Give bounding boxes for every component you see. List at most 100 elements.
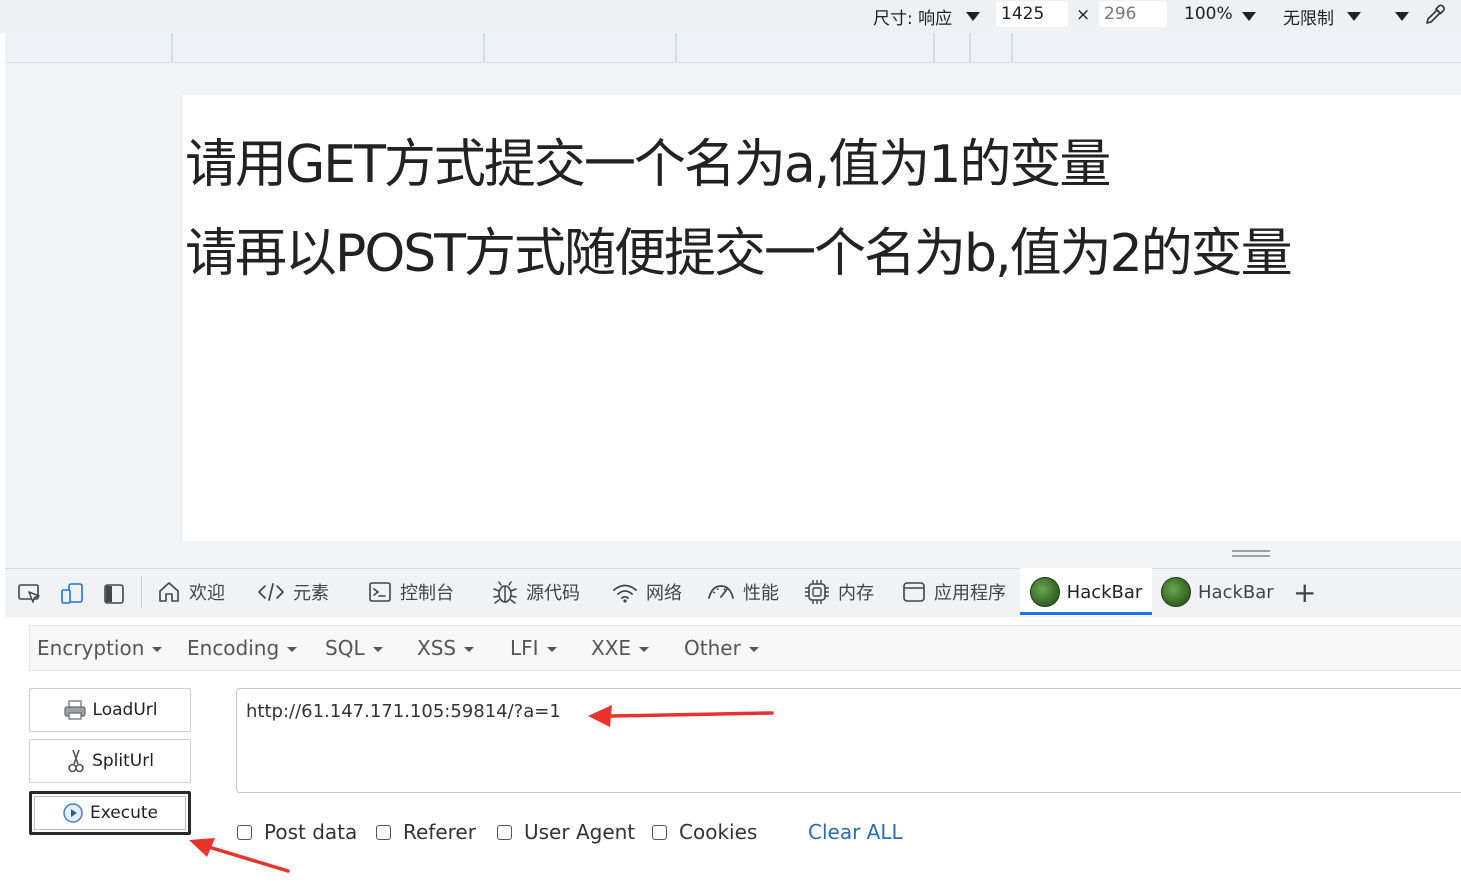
execute-button[interactable]: Execute xyxy=(29,791,191,835)
media-query-ruler xyxy=(5,33,1461,63)
instruction-line-2: 请再以POST方式随便提交一个名为b,值为2的变量 xyxy=(185,224,1293,284)
tab-label: HackBar xyxy=(1198,581,1274,603)
play-icon xyxy=(63,803,83,823)
button-label: LoadUrl xyxy=(92,700,158,720)
menu-xss[interactable]: XSS xyxy=(417,636,475,660)
printer-icon xyxy=(63,700,86,720)
button-label: SplitUrl xyxy=(92,751,154,771)
caret-down-icon xyxy=(639,647,650,652)
referer-checkbox[interactable] xyxy=(376,824,391,840)
tab-memory[interactable]: 内存 xyxy=(803,568,874,616)
option-label: Post data xyxy=(264,820,358,844)
inspect-element-icon[interactable] xyxy=(17,582,43,606)
console-icon xyxy=(369,582,391,602)
chip-icon xyxy=(805,580,829,604)
menu-other[interactable]: Other xyxy=(684,636,759,660)
ruler-divider xyxy=(969,33,971,62)
tab-sources[interactable]: 源代码 xyxy=(491,568,580,616)
tab-console[interactable]: 控制台 xyxy=(367,568,454,616)
cookies-checkbox[interactable] xyxy=(652,824,667,840)
caret-down-icon xyxy=(152,647,163,652)
device-emulation-icon[interactable] xyxy=(59,581,85,607)
tab-hackbar-active[interactable]: HackBar xyxy=(1020,568,1152,616)
tab-welcome[interactable]: 欢迎 xyxy=(156,568,225,616)
button-label: Execute xyxy=(90,803,158,823)
caret-down-icon xyxy=(287,647,298,652)
code-icon xyxy=(258,583,284,601)
more-options-icon[interactable] xyxy=(1395,12,1409,21)
height-input[interactable]: 296 xyxy=(1099,1,1167,27)
ruler-divider xyxy=(171,33,173,62)
zoom-dropdown-icon[interactable] xyxy=(1242,12,1256,21)
window-icon xyxy=(903,582,925,602)
menu-label: Encoding xyxy=(187,636,280,660)
gauge-icon xyxy=(708,585,734,599)
tab-elements[interactable]: 元素 xyxy=(256,568,329,616)
caret-down-icon xyxy=(464,647,475,652)
throttle-dropdown-icon[interactable] xyxy=(1347,12,1361,21)
menu-label: XSS xyxy=(417,636,457,660)
load-url-button[interactable]: LoadUrl xyxy=(29,688,191,732)
menu-label: Encryption xyxy=(37,636,145,660)
menu-encoding[interactable]: Encoding xyxy=(187,636,298,660)
url-value: http://61.147.171.105:59814/?a=1 xyxy=(246,701,561,722)
menu-xxe[interactable]: XXE xyxy=(591,636,650,660)
tab-label: 网络 xyxy=(646,583,682,604)
times-symbol: × xyxy=(1076,5,1091,25)
wifi-icon xyxy=(613,584,637,603)
caret-down-icon xyxy=(546,647,557,652)
dimensions-dropdown-icon[interactable] xyxy=(966,12,980,21)
caret-down-icon xyxy=(748,647,759,652)
throttle-select[interactable]: 无限制 xyxy=(1283,4,1334,29)
instruction-line-1: 请用GET方式提交一个名为a,值为1的变量 xyxy=(185,135,1111,195)
split-url-button[interactable]: SplitUrl xyxy=(29,739,191,783)
tab-label: 欢迎 xyxy=(189,583,225,604)
page-content: 请用GET方式提交一个名为a,值为1的变量 请再以POST方式随便提交一个名为b… xyxy=(181,93,1461,541)
tab-application[interactable]: 应用程序 xyxy=(901,568,1006,616)
option-cookies[interactable]: Cookies xyxy=(652,820,757,844)
ruler-divider xyxy=(675,33,677,62)
tab-label: 内存 xyxy=(838,583,874,604)
option-post-data[interactable]: Post data xyxy=(237,820,357,844)
menu-encryption[interactable]: Encryption xyxy=(37,636,163,660)
option-referer[interactable]: Referer xyxy=(376,820,476,844)
tab-label: HackBar xyxy=(1066,581,1143,603)
option-user-agent[interactable]: User Agent xyxy=(497,820,635,844)
option-label: Cookies xyxy=(679,820,758,844)
eyedropper-icon[interactable] xyxy=(1423,3,1447,27)
caret-down-icon xyxy=(372,647,383,652)
menu-lfi[interactable]: LFI xyxy=(510,636,557,660)
option-label: User Agent xyxy=(524,820,636,844)
menu-sql[interactable]: SQL xyxy=(325,636,383,660)
tab-label: 应用程序 xyxy=(934,583,1006,604)
tab-label: 源代码 xyxy=(526,583,580,604)
hackbar-logo-icon xyxy=(1029,577,1060,607)
menu-label: SQL xyxy=(325,636,365,660)
tab-hackbar[interactable]: HackBar xyxy=(1161,568,1274,616)
menu-label: XXE xyxy=(591,636,632,660)
ruler-divider xyxy=(933,33,935,62)
toolbar-divider xyxy=(141,576,142,608)
user-agent-checkbox[interactable] xyxy=(497,824,512,840)
tab-performance[interactable]: 性能 xyxy=(706,568,779,616)
ruler-divider xyxy=(1011,33,1013,62)
hackbar-logo-icon xyxy=(1161,577,1191,607)
tab-label: 元素 xyxy=(293,583,329,604)
menu-label: LFI xyxy=(510,636,539,660)
add-tab-icon[interactable]: + xyxy=(1293,576,1316,609)
scissors-icon xyxy=(68,749,84,773)
option-label: Referer xyxy=(403,820,476,844)
tab-network[interactable]: 网络 xyxy=(611,568,682,616)
tab-label: 性能 xyxy=(743,583,779,604)
home-icon xyxy=(159,582,179,602)
post-data-checkbox[interactable] xyxy=(237,824,252,840)
tab-label: 控制台 xyxy=(400,583,454,604)
clear-all-link[interactable]: Clear ALL xyxy=(808,820,903,844)
bug-icon xyxy=(493,581,517,604)
width-input[interactable]: 1425 xyxy=(996,1,1068,27)
menu-label: Other xyxy=(684,636,741,660)
zoom-select[interactable]: 100% xyxy=(1184,4,1233,24)
panel-resize-handle[interactable] xyxy=(1232,550,1270,557)
dock-sidebar-icon[interactable] xyxy=(102,582,126,606)
ruler-divider xyxy=(483,33,485,62)
